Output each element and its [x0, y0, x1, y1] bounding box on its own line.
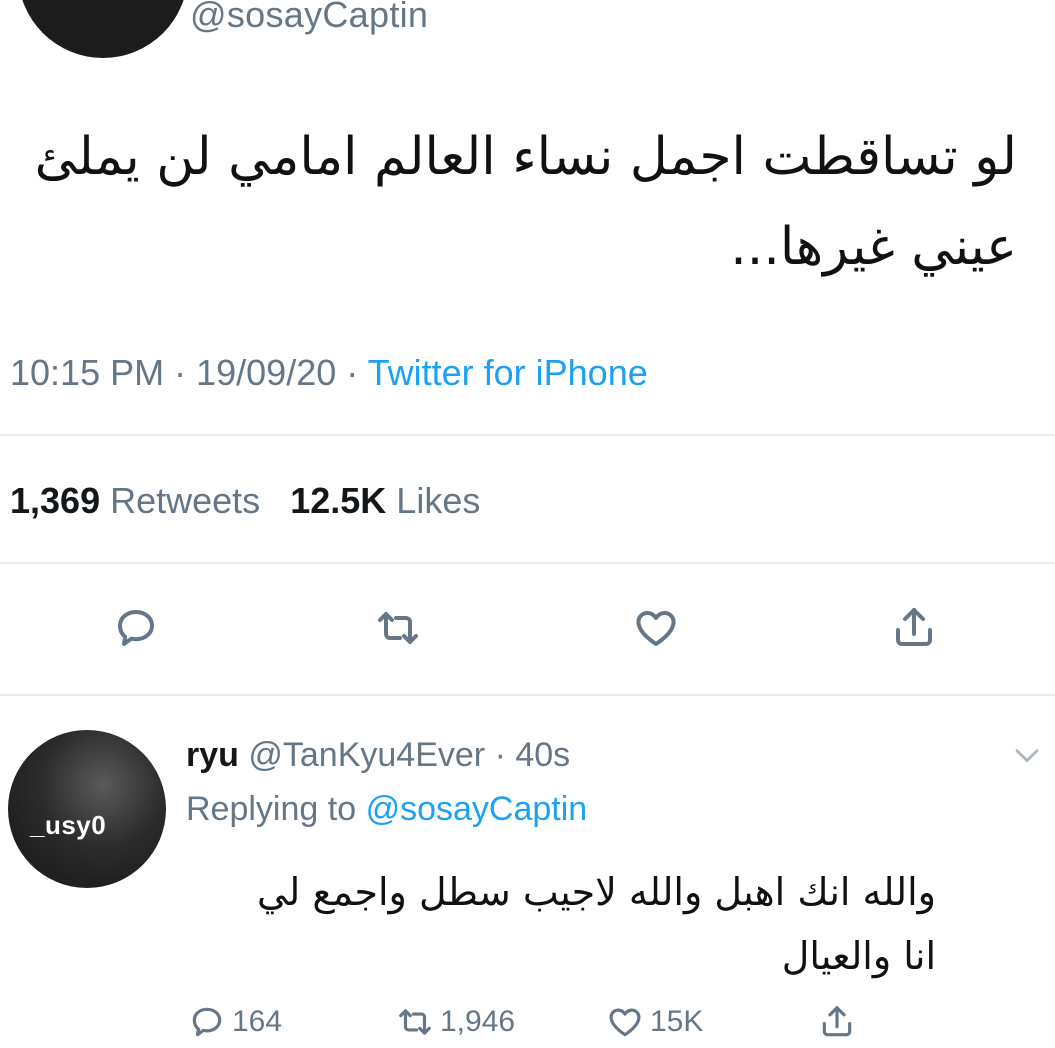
reply-button[interactable]: [108, 600, 164, 656]
tweet-text: لو تساقطت اجمل نساء العالم امامي لن يملئ…: [7, 112, 1017, 292]
reply-author-handle[interactable]: @TanKyu4Ever: [248, 736, 485, 774]
likes-label[interactable]: Likes: [396, 480, 480, 521]
chevron-down-icon[interactable]: [1010, 738, 1044, 772]
tweet-date: 19/09/20: [196, 352, 337, 393]
like-count: 15K: [650, 1005, 704, 1038]
heart-icon: [636, 611, 676, 646]
divider: [0, 562, 1055, 564]
like-button[interactable]: [628, 600, 684, 656]
tweet-text-line-2: عيني غيرها...: [730, 217, 1017, 277]
retweet-icon: [378, 612, 418, 644]
meta-separator: ·: [174, 352, 197, 393]
heart-icon: [609, 1008, 641, 1037]
reply-avatar[interactable]: _usy0: [8, 730, 166, 888]
tweet-time: 10:15 PM: [10, 352, 165, 393]
tweet-text-line-1: لو تساقطت اجمل نساء العالم امامي لن يملئ: [34, 127, 1017, 187]
reply-reply-button[interactable]: 164: [188, 998, 282, 1046]
reply-text-line-1: والله انك اهبل والله لاجيب سطل واجمع لي: [256, 870, 936, 914]
reply-time[interactable]: 40s: [515, 736, 570, 774]
reply-retweet-button[interactable]: 1,946: [396, 998, 515, 1046]
replying-to: Replying to @sosayCaptin: [186, 790, 587, 829]
reply-count: 164: [232, 1005, 283, 1038]
reply-header: ryu @TanKyu4Ever · 40s: [186, 736, 570, 775]
retweet-count: 1,946: [440, 1005, 516, 1038]
reply-share-button[interactable]: [818, 998, 862, 1046]
share-icon: [822, 1006, 852, 1037]
comment-icon: [118, 610, 154, 646]
reply-text: والله انك اهبل والله لاجيب سطل واجمع لي …: [176, 860, 936, 988]
author-avatar[interactable]: [18, 0, 188, 58]
reply-author-name[interactable]: ryu: [186, 736, 239, 774]
replying-to-handle[interactable]: @sosayCaptin: [366, 790, 588, 828]
meta-separator: ·: [346, 352, 368, 393]
meta-separator: ·: [494, 736, 506, 774]
reply-avatar-text: _usy0: [30, 810, 107, 840]
comment-icon: [192, 1007, 222, 1037]
retweets-count[interactable]: 1,369: [10, 480, 100, 521]
reply-like-button[interactable]: 15K: [606, 998, 703, 1046]
tweet-meta: 10:15 PM · 19/09/20 · Twitter for iPhone: [10, 352, 648, 394]
share-icon: [896, 608, 932, 646]
tweet-stats: 1,369 Retweets 12.5K Likes: [10, 480, 480, 522]
divider: [0, 694, 1055, 696]
retweets-label[interactable]: Retweets: [110, 480, 260, 521]
reply-text-line-2: انا والعيال: [781, 934, 936, 978]
replying-label: Replying to: [186, 790, 357, 828]
author-handle[interactable]: @sosayCaptin: [190, 0, 428, 36]
retweet-icon: [399, 1009, 431, 1035]
divider: [0, 434, 1055, 436]
retweet-button[interactable]: [370, 600, 426, 656]
tweet-source-link[interactable]: Twitter for iPhone: [368, 352, 648, 393]
share-button[interactable]: [886, 600, 942, 656]
likes-count[interactable]: 12.5K: [290, 480, 386, 521]
